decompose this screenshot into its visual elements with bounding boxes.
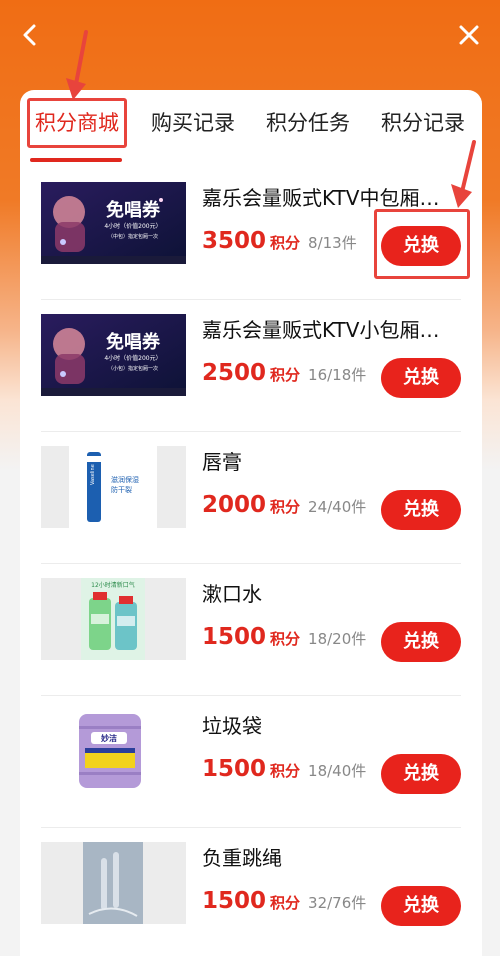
product-stock: 18/40件 <box>308 762 367 780</box>
tab-points-mall[interactable]: 积分商城 <box>35 108 119 138</box>
svg-text:（小包）指定包厢一次: （小包）指定包厢一次 <box>108 365 158 372</box>
product-thumbnail: 免唱券 4小时（价值200元） （小包）指定包厢一次 <box>41 314 186 396</box>
product-item[interactable]: 负重跳绳 1500 积分 32/76件 兑换 <box>41 828 461 956</box>
price-unit: 积分 <box>270 762 301 780</box>
price-unit: 积分 <box>270 630 301 648</box>
price-unit: 积分 <box>270 366 301 384</box>
price-row: 3500 积分 8/13件 <box>202 228 357 262</box>
tab-points-tasks[interactable]: 积分任务 <box>266 108 350 138</box>
product-price: 2000 <box>202 492 267 518</box>
product-thumbnail: 12小时清新口气 <box>41 578 186 660</box>
product-price: 1500 <box>202 624 267 650</box>
product-stock: 32/76件 <box>308 894 367 912</box>
active-tab-indicator <box>30 158 122 162</box>
price-row: 1500 积分 18/20件 <box>202 624 366 658</box>
tab-purchase-records[interactable]: 购买记录 <box>151 108 235 138</box>
tab-bar: 积分商城 购买记录 积分任务 积分记录 <box>20 90 482 162</box>
price-unit: 积分 <box>270 498 301 516</box>
product-item[interactable]: Vaseline 滋润保湿 防干裂 唇膏 2000 积分 24/40件 兑换 <box>41 432 461 564</box>
redeem-button[interactable]: 兑换 <box>381 622 461 662</box>
tab-points-records[interactable]: 积分记录 <box>381 108 465 138</box>
product-stock: 16/18件 <box>308 366 367 384</box>
svg-text:12小时清新口气: 12小时清新口气 <box>91 581 135 589</box>
svg-text:防干裂: 防干裂 <box>111 485 132 494</box>
product-thumbnail: 妙洁 <box>41 710 186 792</box>
product-name: 负重跳绳 <box>202 846 282 870</box>
product-thumbnail: 免唱券 4小时（价值200元） （中包）指定包厢一次 <box>41 182 186 264</box>
price-row: 2500 积分 16/18件 <box>202 360 366 394</box>
product-name: 唇膏 <box>202 450 242 474</box>
back-button[interactable] <box>14 18 48 52</box>
redeem-button[interactable]: 兑换 <box>381 754 461 794</box>
product-item[interactable]: 免唱券 4小时（价值200元） （小包）指定包厢一次 嘉乐会量贩式KTV小包厢…… <box>41 300 461 432</box>
svg-text:Vaseline: Vaseline <box>90 464 96 485</box>
voucher-title: 免唱券 <box>106 331 161 353</box>
product-name: 嘉乐会量贩式KTV中包厢… <box>202 186 440 210</box>
product-price: 3500 <box>202 228 267 254</box>
top-bar <box>0 0 500 72</box>
product-price: 1500 <box>202 888 267 914</box>
product-thumbnail <box>41 842 186 924</box>
product-price: 2500 <box>202 360 267 386</box>
redeem-button[interactable]: 兑换 <box>381 358 461 398</box>
svg-text:（中包）指定包厢一次: （中包）指定包厢一次 <box>108 233 158 240</box>
voucher-title: 免唱券 <box>106 199 161 221</box>
close-button[interactable] <box>452 18 486 52</box>
price-unit: 积分 <box>270 234 301 252</box>
redeem-button[interactable]: 兑换 <box>381 226 461 266</box>
product-thumbnail: Vaseline 滋润保湿 防干裂 <box>41 446 186 528</box>
product-item[interactable]: 妙洁 垃圾袋 1500 积分 18/40件 兑换 <box>41 696 461 828</box>
product-name: 嘉乐会量贩式KTV小包厢… <box>202 318 440 342</box>
product-stock: 24/40件 <box>308 498 367 516</box>
redeem-button[interactable]: 兑换 <box>381 886 461 926</box>
product-stock: 8/13件 <box>308 234 357 252</box>
product-price: 1500 <box>202 756 267 782</box>
points-mall-card: 积分商城 购买记录 积分任务 积分记录 免唱券 4小时（价值200元） （中包）… <box>20 90 482 956</box>
svg-text:4小时（价值200元）: 4小时（价值200元） <box>104 222 161 230</box>
svg-text:4小时（价值200元）: 4小时（价值200元） <box>104 354 161 362</box>
price-row: 1500 积分 32/76件 <box>202 888 366 922</box>
svg-text:滋润保湿: 滋润保湿 <box>111 475 139 484</box>
product-name: 漱口水 <box>202 582 262 606</box>
svg-text:妙洁: 妙洁 <box>101 733 117 743</box>
product-item[interactable]: 免唱券 4小时（价值200元） （中包）指定包厢一次 嘉乐会量贩式KTV中包厢…… <box>41 168 461 300</box>
price-unit: 积分 <box>270 894 301 912</box>
product-list: 免唱券 4小时（价值200元） （中包）指定包厢一次 嘉乐会量贩式KTV中包厢…… <box>20 168 482 956</box>
redeem-button[interactable]: 兑换 <box>381 490 461 530</box>
product-name: 垃圾袋 <box>202 714 262 738</box>
price-row: 1500 积分 18/40件 <box>202 756 366 790</box>
price-row: 2000 积分 24/40件 <box>202 492 366 526</box>
close-icon <box>459 25 479 45</box>
product-item[interactable]: 12小时清新口气 漱口水 1500 积分 18/20件 兑换 <box>41 564 461 696</box>
chevron-left-icon <box>23 24 36 46</box>
product-stock: 18/20件 <box>308 630 367 648</box>
